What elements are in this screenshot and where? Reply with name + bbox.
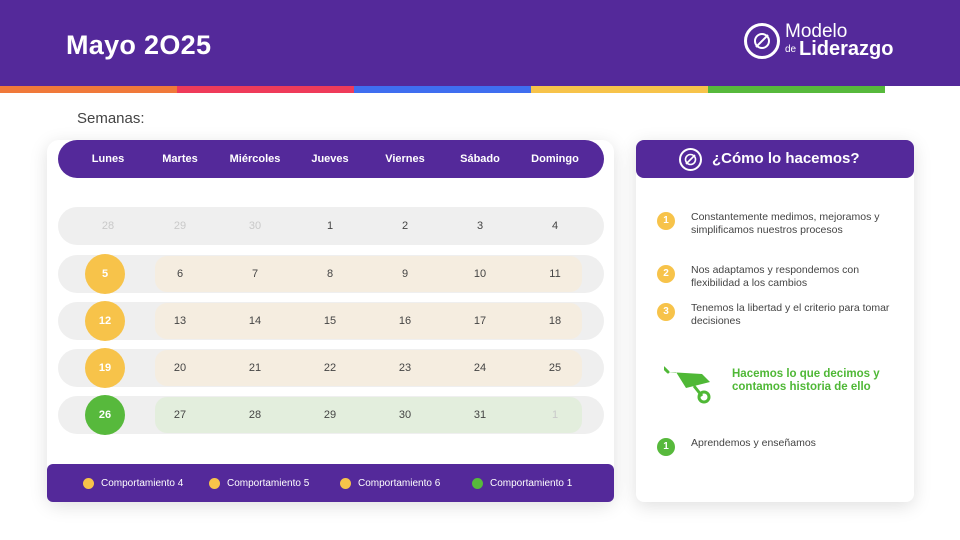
week-highlight — [155, 303, 582, 339]
logo-small: de — [785, 44, 797, 55]
week-start-badge[interactable]: 26 — [85, 395, 125, 435]
legend-label: Comportamiento 6 — [358, 477, 441, 489]
day-cell[interactable]: 22 — [310, 349, 350, 387]
day-cell[interactable]: 30 — [385, 396, 425, 434]
day-cell[interactable]: 30 — [235, 207, 275, 245]
logo-line2: Liderazgo — [799, 38, 894, 60]
weeks-label: Semanas: — [77, 110, 145, 127]
legend-label: Comportamiento 1 — [490, 477, 573, 489]
day-cell[interactable]: 2 — [385, 207, 425, 245]
wheelbarrow-icon — [664, 366, 711, 404]
day-name: Jueves — [311, 153, 349, 165]
legend-item: Comportamiento 6 — [340, 464, 440, 502]
day-cell[interactable]: 29 — [310, 396, 350, 434]
day-name: Domingo — [531, 153, 579, 165]
logo: Modelo de Liderazgo — [744, 22, 914, 62]
day-cell[interactable]: 27 — [160, 396, 200, 434]
legend-item: Comportamiento 4 — [83, 464, 183, 502]
stripe-5 — [708, 86, 885, 93]
week-start-badge[interactable]: 5 — [85, 254, 125, 294]
day-cell[interactable]: 29 — [160, 207, 200, 245]
side-panel-title: ¿Cómo lo hacemos? — [712, 150, 860, 167]
day-cell[interactable]: 1 — [310, 207, 350, 245]
legend-dot-icon — [340, 477, 351, 489]
day-cell[interactable]: 28 — [235, 396, 275, 434]
color-stripes — [0, 86, 885, 93]
day-cell[interactable]: 16 — [385, 302, 425, 340]
header-bar: Mayo 2O25 Modelo de Liderazgo — [0, 0, 960, 86]
day-cell[interactable]: 20 — [160, 349, 200, 387]
week-highlight — [155, 256, 582, 292]
callout-text: Hacemos lo que decimos y contamos histor… — [732, 368, 880, 393]
day-cell[interactable]: 6 — [160, 255, 200, 293]
day-name: Lunes — [91, 153, 125, 165]
day-name: Miércoles — [229, 153, 281, 165]
day-cell[interactable]: 17 — [460, 302, 500, 340]
week-start-badge[interactable]: 12 — [85, 301, 125, 341]
stripe-4 — [531, 86, 708, 93]
week-highlight — [155, 350, 582, 386]
week-highlight — [155, 397, 582, 433]
compass-icon — [679, 148, 702, 171]
day-cell[interactable]: 14 — [235, 302, 275, 340]
side-panel-header: ¿Cómo lo hacemos? — [636, 140, 914, 178]
day-cell[interactable]: 7 — [235, 255, 275, 293]
week-row: 12 13 14 15 16 17 18 — [58, 301, 604, 341]
stripe-2 — [177, 86, 354, 93]
day-cell[interactable]: 11 — [535, 255, 575, 293]
stripe-3 — [354, 86, 531, 93]
step-number: 1 — [657, 438, 675, 456]
day-cell[interactable]: 10 — [460, 255, 500, 293]
legend-label: Comportamiento 4 — [101, 477, 184, 489]
legend-bar: Comportamiento 4 Comportamiento 5 Comporta… — [47, 464, 614, 502]
week-row: 19 20 21 22 23 24 25 — [58, 348, 604, 388]
day-cell[interactable]: 4 — [535, 207, 575, 245]
step-number: 1 — [657, 212, 675, 230]
legend-label: Comportamiento 5 — [227, 477, 310, 489]
page-title: Mayo 2O25 — [66, 30, 212, 60]
day-name: Martes — [162, 153, 198, 165]
day-name: Sábado — [460, 153, 500, 165]
day-cell[interactable]: 1 — [535, 396, 575, 434]
step-text: Nos adaptamos y respondemos con flexibil… — [691, 264, 860, 289]
day-cell[interactable]: 24 — [460, 349, 500, 387]
legend-dot-icon — [472, 477, 483, 489]
step-number: 3 — [657, 303, 675, 321]
week-row: 28 29 30 1 2 3 4 — [58, 207, 604, 245]
step-text: Tenemos la libertad y el criterio para t… — [691, 302, 890, 327]
day-cell[interactable]: 9 — [385, 255, 425, 293]
compass-icon — [744, 23, 780, 59]
step-number: 2 — [657, 265, 675, 283]
week-row: 26 27 28 29 30 31 1 — [58, 395, 604, 435]
day-header: Lunes Martes Miércoles Jueves Viernes Sábado D… — [58, 140, 604, 178]
legend-item: Comportamiento 5 — [209, 464, 309, 502]
day-cell[interactable]: 8 — [310, 255, 350, 293]
legend-dot-icon — [209, 477, 220, 489]
day-cell[interactable]: 23 — [385, 349, 425, 387]
stripe-1 — [0, 86, 177, 93]
day-name: Viernes — [385, 153, 425, 165]
day-cell[interactable]: 21 — [235, 349, 275, 387]
day-cell[interactable]: 15 — [310, 302, 350, 340]
week-start-badge[interactable]: 19 — [85, 348, 125, 388]
day-cell[interactable]: 18 — [535, 302, 575, 340]
day-cell[interactable]: 31 — [460, 396, 500, 434]
day-cell[interactable]: 25 — [535, 349, 575, 387]
legend-item: Comportamiento 1 — [472, 464, 572, 502]
day-cell[interactable]: 13 — [160, 302, 200, 340]
step-text: Constantemente medimos, mejoramos y simp… — [691, 211, 880, 236]
week-row: 5 6 7 8 9 10 11 — [58, 254, 604, 294]
legend-dot-icon — [83, 477, 94, 489]
day-cell[interactable]: 3 — [460, 207, 500, 245]
step-text: Aprendemos y enseñamos — [691, 437, 816, 449]
day-cell[interactable]: 28 — [88, 207, 128, 245]
